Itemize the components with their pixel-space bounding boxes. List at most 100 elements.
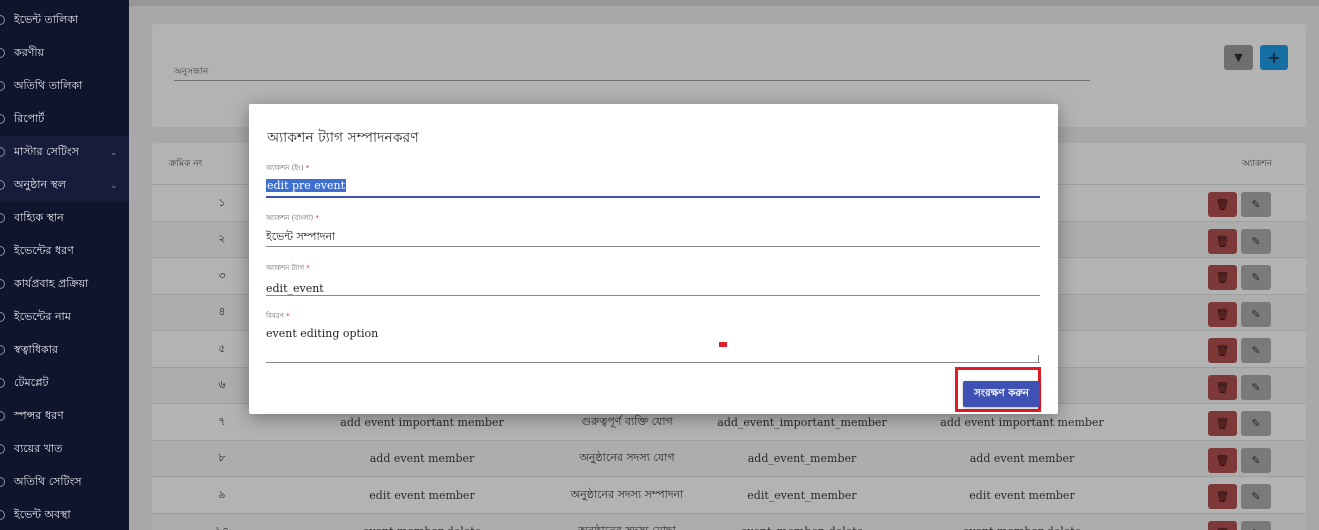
filter-icon: ▼ xyxy=(1234,51,1243,64)
trash-icon: 🗑 xyxy=(1215,344,1230,357)
edit-button[interactable]: ✎ xyxy=(1241,265,1271,290)
sidebar-item[interactable]: ব্যয়ের খাত xyxy=(0,433,129,466)
delete-button[interactable]: 🗑 xyxy=(1208,520,1237,530)
table-row: ৯ edit event member অনুষ্ঠানের সদস্য সম্পা… xyxy=(152,476,1306,512)
table-cell-c1: add event member xyxy=(369,452,475,465)
edit-button[interactable]: ✎ xyxy=(1241,411,1271,436)
chevron-down-icon: ⌄ xyxy=(110,180,118,191)
delete-button[interactable]: 🗑 xyxy=(1208,265,1237,290)
sidebar-item[interactable]: ইভেন্ট তালিকা xyxy=(0,4,129,37)
sidebar-item[interactable]: রিপোর্ট xyxy=(0,103,129,136)
table-cell-c3: add_event_member xyxy=(747,452,857,465)
table-cell-c1: edit event member xyxy=(369,488,475,502)
trash-icon: 🗑 xyxy=(1215,490,1230,503)
delete-button[interactable]: 🗑 xyxy=(1208,301,1237,327)
description-label: বিবরণ xyxy=(266,312,284,320)
edit-button[interactable]: ✎ xyxy=(1241,484,1271,509)
action-bn-underline xyxy=(266,246,1040,247)
delete-button[interactable]: 🗑 xyxy=(1208,374,1237,400)
filter-button[interactable]: ▼ xyxy=(1224,45,1253,70)
edit-button[interactable]: ✎ xyxy=(1241,228,1271,254)
sidebar-item[interactable]: টেমপ্লেট xyxy=(0,367,129,400)
action-bn-field[interactable]: অ্যাকশন (বাংলা) * ইভেন্ট সম্পাদনা xyxy=(266,212,1040,248)
edit-button[interactable]: ✎ xyxy=(1241,520,1271,530)
sidebar-item[interactable]: মাস্টার সেটিংস ⌄ xyxy=(0,136,129,169)
sidebar-item-label: ইভেন্টের নাম xyxy=(14,310,71,323)
action-en-label: অ্যাকশন (ইং) xyxy=(266,164,304,172)
trash-icon: 🗑 xyxy=(1215,271,1230,284)
circle-icon xyxy=(0,81,5,91)
sidebar-item[interactable]: বাহ্যিক স্থান xyxy=(0,202,129,235)
table-cell-c2: অনুষ্ঠানের সদস্য মোছা xyxy=(547,514,707,530)
table-cell-c4: event member delete xyxy=(922,514,1122,530)
edit-button[interactable]: ✎ xyxy=(1241,192,1271,217)
table-cell-c1: event member delete xyxy=(322,514,522,530)
action-tag-underline xyxy=(266,295,1040,296)
description-field[interactable]: বিবরণ * event editing option xyxy=(266,310,1040,364)
table-cell-serial: ৮ xyxy=(218,451,226,464)
table-cell-serial: ১ xyxy=(218,195,226,209)
table-cell-c4: edit event member xyxy=(969,488,1075,502)
table-cell-serial: ৬ xyxy=(218,378,226,391)
trash-icon: 🗑 xyxy=(1215,417,1230,430)
delete-button[interactable]: 🗑 xyxy=(1208,411,1237,436)
modal-title: অ্যাকশন ট্যাগ সম্পাদনকরণ xyxy=(267,130,419,146)
trash-icon: 🗑 xyxy=(1215,307,1230,321)
action-en-input[interactable]: edit pre event xyxy=(266,179,347,192)
circle-icon xyxy=(0,246,5,256)
sidebar-item[interactable]: কার্যপ্রবাহ প্রক্রিয়া xyxy=(0,268,129,301)
edit-button[interactable]: ✎ xyxy=(1241,301,1271,327)
table-cell-c4: add event member xyxy=(969,452,1075,465)
table-cell-c3: edit_event_member xyxy=(747,488,857,502)
circle-icon xyxy=(0,213,5,223)
delete-button[interactable]: 🗑 xyxy=(1208,228,1237,254)
required-mark: * xyxy=(305,164,310,172)
table-cell-serial: ৯ xyxy=(218,487,226,501)
action-en-field[interactable]: অ্যাকশন (ইং) * edit pre event xyxy=(266,162,1040,198)
edit-icon: ✎ xyxy=(1251,344,1261,357)
action-bn-label: অ্যাকশন (বাংলা) xyxy=(266,214,314,222)
edit-button[interactable]: ✎ xyxy=(1241,447,1271,473)
trash-icon: 🗑 xyxy=(1215,234,1230,248)
sidebar-item[interactable]: ইভেন্টের নাম xyxy=(0,301,129,334)
description-textarea[interactable]: event editing option xyxy=(266,327,378,340)
required-mark: * xyxy=(315,214,319,222)
circle-icon xyxy=(0,444,5,454)
edit-button[interactable]: ✎ xyxy=(1241,338,1271,363)
add-button[interactable]: + xyxy=(1260,45,1288,70)
sidebar: ইভেন্ট তালিকা করণীয় অতিথি তালিকা রিপোর্ট মা… xyxy=(0,0,129,530)
edit-button[interactable]: ✎ xyxy=(1241,374,1271,400)
sidebar-item-label: টেমপ্লেট xyxy=(14,376,49,389)
sidebar-item[interactable]: ইভেন্টের ধরণ xyxy=(0,235,129,268)
sidebar-item[interactable]: অনুষ্ঠান স্থল ⌄ xyxy=(0,169,129,202)
circle-icon xyxy=(0,15,5,25)
save-button[interactable]: সংরক্ষণ করুন xyxy=(963,381,1040,407)
sidebar-item[interactable]: স্পন্সর ধরণ xyxy=(0,400,129,433)
delete-button[interactable]: 🗑 xyxy=(1208,338,1237,363)
edit-icon: ✎ xyxy=(1251,198,1261,211)
sidebar-item[interactable]: স্বত্বাধিকার xyxy=(0,334,129,367)
sidebar-item[interactable]: ইভেন্ট অবস্থা xyxy=(0,499,129,530)
table-cell-serial: ৫ xyxy=(218,341,226,355)
required-mark: * xyxy=(306,264,310,272)
circle-icon xyxy=(0,312,5,322)
sidebar-item-label: অনুষ্ঠান স্থল xyxy=(14,178,66,191)
edit-icon: ✎ xyxy=(1251,234,1261,248)
table-cell-serial: ৭ xyxy=(218,414,226,428)
action-tag-field[interactable]: অ্যাকশন ট্যাগ * edit_event xyxy=(266,262,1040,298)
delete-button[interactable]: 🗑 xyxy=(1208,192,1237,217)
sidebar-item-label: ব্যয়ের খাত xyxy=(14,442,63,455)
delete-button[interactable]: 🗑 xyxy=(1208,447,1237,473)
search-input[interactable]: অনুসন্ধান xyxy=(174,64,208,79)
action-tag-input[interactable]: edit_event xyxy=(266,282,324,295)
edit-icon: ✎ xyxy=(1251,271,1261,284)
sidebar-item-label: মাস্টার সেটিংস xyxy=(14,145,79,158)
delete-button[interactable]: 🗑 xyxy=(1208,484,1237,509)
sidebar-item[interactable]: অতিথি সেটিংস xyxy=(0,466,129,499)
action-bn-input[interactable]: ইভেন্ট সম্পাদনা xyxy=(266,228,335,247)
circle-icon xyxy=(0,147,5,157)
edit-icon: ✎ xyxy=(1251,417,1261,430)
sidebar-item[interactable]: অতিথি তালিকা xyxy=(0,70,129,103)
sidebar-item-label: ইভেন্ট তালিকা xyxy=(14,13,79,26)
sidebar-item[interactable]: করণীয় xyxy=(0,37,129,70)
